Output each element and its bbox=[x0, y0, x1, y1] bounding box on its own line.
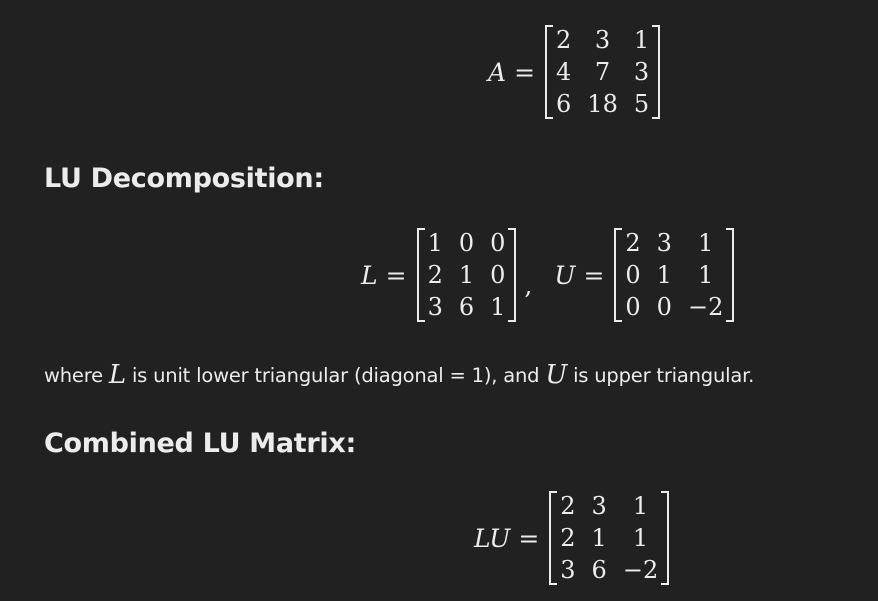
combined-lu-heading: Combined LU Matrix: bbox=[44, 428, 356, 459]
matrix-row: 1 0 0 bbox=[426, 227, 508, 259]
matrix-cell: 2 bbox=[560, 524, 576, 552]
matrix-row: 2 3 1 bbox=[623, 227, 725, 259]
matrix-cell: 4 bbox=[556, 58, 572, 86]
math-var-l: L bbox=[108, 360, 126, 390]
lu-decomposition-heading: LU Decomposition: bbox=[44, 163, 324, 194]
combined-lu-grid: 2 3 1 2 1 1 3 6 −2 bbox=[558, 490, 660, 586]
explanation-part: is unit lower triangular (diagonal = 1),… bbox=[125, 364, 546, 387]
matrix-cell: 0 bbox=[490, 229, 506, 257]
matrix-cell: −2 bbox=[622, 556, 659, 584]
equals-sign: = bbox=[583, 260, 605, 290]
matrix-row: 0 1 1 bbox=[623, 259, 725, 291]
matrix-l-label: L bbox=[361, 260, 378, 290]
matrix-cell: 1 bbox=[490, 293, 506, 321]
equals-sign: = bbox=[518, 523, 540, 553]
matrix-cell: 1 bbox=[698, 229, 714, 257]
matrix-u: 2 3 1 0 1 1 0 0 −2 bbox=[614, 227, 735, 323]
matrix-a: 2 3 1 4 7 3 6 18 5 bbox=[545, 24, 661, 120]
matrix-cell: 0 bbox=[490, 261, 506, 289]
matrix-row: 2 1 0 bbox=[426, 259, 508, 291]
matrix-cell: 1 bbox=[632, 492, 649, 520]
explanation-part: where bbox=[44, 364, 109, 387]
combined-lu-matrix: 2 3 1 2 1 1 3 6 −2 bbox=[549, 490, 670, 586]
matrix-l-grid: 1 0 0 2 1 0 3 6 1 bbox=[426, 227, 508, 323]
matrix-cell: 3 bbox=[591, 492, 607, 520]
matrix-cell: 1 bbox=[427, 229, 443, 257]
matrix-row: 6 18 5 bbox=[554, 88, 651, 120]
matrix-cell: 18 bbox=[587, 90, 618, 118]
combined-lu-equation: LU = 2 3 1 2 1 1 3 6 −2 bbox=[474, 490, 670, 586]
matrix-cell: 1 bbox=[458, 261, 475, 289]
matrix-cell: 1 bbox=[698, 261, 714, 289]
matrix-cell: 1 bbox=[591, 524, 607, 552]
matrix-cell: 0 bbox=[625, 261, 641, 289]
matrix-a-label: A bbox=[488, 57, 507, 87]
comma-separator: , bbox=[524, 270, 533, 300]
matrix-cell: 1 bbox=[632, 524, 649, 552]
explanation-part: is upper triangular. bbox=[567, 364, 755, 387]
matrix-row: 3 6 −2 bbox=[558, 554, 660, 586]
matrix-cell: 6 bbox=[556, 90, 572, 118]
matrix-a-grid: 2 3 1 4 7 3 6 18 5 bbox=[554, 24, 651, 120]
matrix-cell: 1 bbox=[633, 26, 650, 54]
matrix-cell: 2 bbox=[625, 229, 641, 257]
matrix-cell: 6 bbox=[591, 556, 607, 584]
matrix-row: 2 3 1 bbox=[558, 490, 660, 522]
matrix-cell: 6 bbox=[458, 293, 475, 321]
matrix-cell: 3 bbox=[427, 293, 443, 321]
explanation-text: where L is unit lower triangular (diagon… bbox=[44, 360, 754, 390]
matrix-cell: 3 bbox=[633, 58, 650, 86]
matrix-cell: −2 bbox=[687, 293, 724, 321]
matrix-cell: 2 bbox=[427, 261, 443, 289]
matrix-row: 4 7 3 bbox=[554, 56, 651, 88]
math-var-u: U bbox=[545, 360, 568, 390]
matrix-cell: 2 bbox=[560, 492, 576, 520]
matrix-cell: 3 bbox=[656, 229, 672, 257]
matrix-cell: 0 bbox=[458, 229, 475, 257]
matrix-cell: 0 bbox=[625, 293, 641, 321]
lu-factors-equation: L = 1 0 0 2 1 0 3 6 1 , U = 2 3 1 0 1 1 … bbox=[361, 227, 735, 323]
matrix-cell: 2 bbox=[556, 26, 572, 54]
matrix-row: 2 3 1 bbox=[554, 24, 651, 56]
matrix-cell: 5 bbox=[633, 90, 650, 118]
combined-lu-label: LU bbox=[474, 523, 511, 553]
matrix-u-label: U bbox=[554, 260, 576, 290]
matrix-l: 1 0 0 2 1 0 3 6 1 bbox=[416, 227, 517, 323]
matrix-a-equation: A = 2 3 1 4 7 3 6 18 5 bbox=[488, 24, 661, 120]
matrix-cell: 7 bbox=[594, 58, 611, 86]
equals-sign: = bbox=[514, 57, 536, 87]
matrix-cell: 1 bbox=[656, 261, 672, 289]
matrix-cell: 3 bbox=[594, 26, 611, 54]
matrix-cell: 3 bbox=[560, 556, 576, 584]
matrix-row: 0 0 −2 bbox=[623, 291, 725, 323]
matrix-row: 2 1 1 bbox=[558, 522, 660, 554]
matrix-cell: 0 bbox=[656, 293, 672, 321]
equals-sign: = bbox=[385, 260, 407, 290]
matrix-row: 3 6 1 bbox=[426, 291, 508, 323]
matrix-u-grid: 2 3 1 0 1 1 0 0 −2 bbox=[623, 227, 725, 323]
